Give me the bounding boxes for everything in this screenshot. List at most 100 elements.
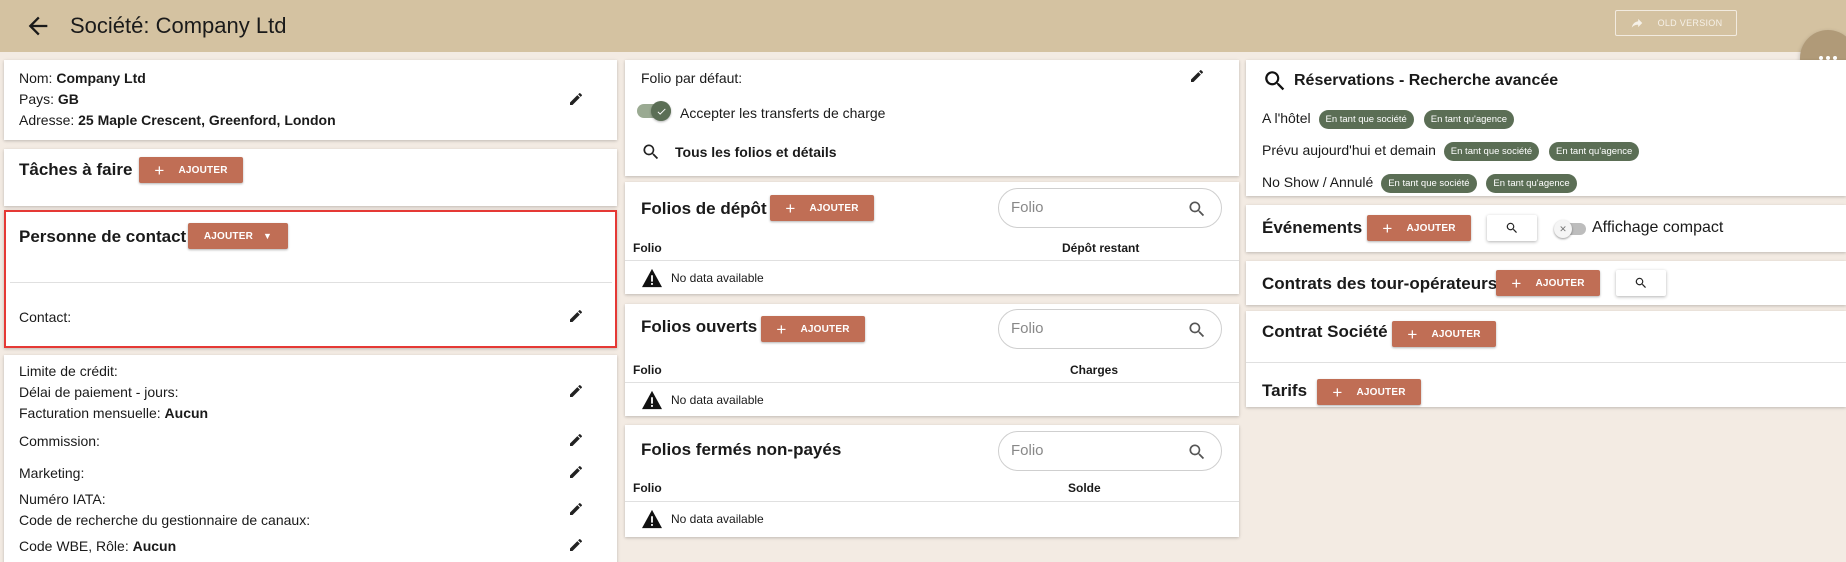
deposit-folios-title: Folios de dépôt: [641, 199, 767, 218]
deposit-folio-search-input[interactable]: [1011, 199, 1181, 216]
reservation-row-noshow: No Show / Annulé En tant que société En …: [1262, 173, 1577, 193]
as-company-chip[interactable]: En tant que société: [1443, 141, 1540, 161]
all-folios-link[interactable]: Tous les folios et détails: [641, 142, 837, 162]
closed-folios-empty: No data available: [641, 509, 764, 529]
closed-unpaid-folios-card: Folios fermés non-payés Folio Solde No d…: [625, 425, 1239, 537]
deposit-folios-empty: No data available: [641, 268, 764, 288]
reservations-card: Réservations - Recherche avancée A l'hôt…: [1246, 60, 1846, 196]
reservations-header: Réservations - Recherche avancée: [1262, 68, 1558, 94]
warning-icon: [642, 268, 662, 288]
edit-default-folio-icon[interactable]: [1189, 68, 1205, 84]
events-card: Événements + AJOUTER ✕ Affichage compact: [1246, 205, 1846, 252]
edit-billing-icon[interactable]: [568, 383, 584, 399]
old-version-button[interactable]: OLD VERSION: [1615, 10, 1737, 36]
plus-icon: +: [1382, 218, 1393, 238]
open-folios-empty: No data available: [641, 390, 764, 410]
events-title: Événements: [1262, 218, 1363, 237]
search-icon[interactable]: [1187, 442, 1207, 462]
toggle-knob: [651, 101, 671, 121]
compact-view-toggle[interactable]: ✕: [1554, 220, 1586, 238]
company-info-card: Nom: Company Ltd Pays: GB Adresse: 25 Ma…: [4, 60, 617, 140]
open-folios-title: Folios ouverts: [641, 317, 758, 336]
add-open-folio-button[interactable]: + AJOUTER: [761, 316, 865, 342]
column-header-folio[interactable]: Folio: [633, 363, 662, 377]
open-folio-search-input[interactable]: [1011, 320, 1181, 337]
contact-title: Personne de contact: [19, 227, 187, 246]
commission-label: Commission:: [19, 433, 100, 449]
as-company-chip[interactable]: En tant que société: [1318, 109, 1414, 129]
edit-company-icon[interactable]: [568, 91, 584, 107]
closed-folio-search[interactable]: [998, 431, 1222, 471]
column-header-folio[interactable]: Folio: [633, 481, 662, 495]
edit-marketing-icon[interactable]: [568, 464, 584, 480]
table-divider: [625, 260, 1239, 261]
plus-icon: +: [1332, 382, 1343, 402]
search-icon: [643, 144, 659, 160]
page-title: Société: Company Ltd: [70, 13, 287, 38]
contact-divider: [10, 282, 612, 283]
add-task-button[interactable]: + AJOUTER: [139, 157, 243, 183]
as-agency-chip[interactable]: En tant qu'agence: [1486, 173, 1577, 193]
back-arrow-icon[interactable]: [24, 12, 52, 40]
as-agency-chip[interactable]: En tant qu'agence: [1423, 109, 1515, 129]
column-header-charges[interactable]: Charges: [1070, 363, 1118, 377]
plus-icon: +: [1511, 273, 1522, 293]
reservation-row-expected: Prévu aujourd'hui et demain En tant que …: [1262, 141, 1640, 161]
search-icon[interactable]: [1187, 320, 1207, 340]
add-event-button[interactable]: + AJOUTER: [1367, 215, 1471, 241]
search-icon: [1506, 222, 1517, 233]
company-contract-title: Contrat Société: [1262, 322, 1388, 341]
company-contract-card: Contrat Société + AJOUTER Tarifs + AJOUTER: [1246, 311, 1846, 407]
share-arrow-icon: [1631, 18, 1642, 28]
column-header-deposit-remaining[interactable]: Dépôt restant: [1062, 241, 1139, 255]
old-version-label: OLD VERSION: [1657, 18, 1723, 28]
wbe-row: Code WBE, Rôle: Aucun: [19, 538, 177, 554]
wbe-value: Aucun: [132, 538, 177, 554]
column-header-folio[interactable]: Folio: [633, 241, 662, 255]
channel-code-label: Code de recherche du gestionnaire de can…: [19, 512, 311, 528]
payment-delay-label: Délai de paiement - jours:: [19, 384, 179, 400]
plus-icon: +: [154, 160, 165, 180]
rates-title: Tarifs: [1262, 381, 1308, 400]
card-divider: [1246, 362, 1846, 363]
tour-contracts-search-button[interactable]: [1616, 270, 1666, 296]
monthly-billing-row: Facturation mensuelle: Aucun: [19, 405, 209, 421]
accept-transfers-label: Accepter les transferts de charge: [680, 105, 886, 121]
edit-wbe-icon[interactable]: [568, 537, 584, 553]
open-folio-search[interactable]: [998, 309, 1222, 349]
closed-folio-search-input[interactable]: [1011, 442, 1181, 459]
accept-transfers-toggle[interactable]: [637, 101, 671, 121]
edit-contact-icon[interactable]: [568, 308, 584, 324]
events-search-button[interactable]: [1487, 215, 1537, 241]
edit-iata-icon[interactable]: [568, 501, 584, 517]
monthly-billing-value: Aucun: [164, 405, 209, 421]
add-company-contract-button[interactable]: + AJOUTER: [1392, 321, 1496, 347]
reservation-row-hotel: A l'hôtel En tant que société En tant qu…: [1262, 109, 1515, 129]
table-divider: [625, 382, 1239, 383]
plus-icon: +: [1407, 324, 1418, 344]
add-rate-button[interactable]: + AJOUTER: [1317, 379, 1421, 405]
search-icon[interactable]: [1187, 199, 1207, 219]
contact-card: Personne de contact AJOUTER ▼ Contact:: [4, 210, 617, 348]
edit-commission-icon[interactable]: [568, 432, 584, 448]
closed-unpaid-folios-title: Folios fermés non-payés: [641, 440, 842, 459]
folio-defaults-card: Folio par défaut: Accepter les transfert…: [625, 60, 1239, 176]
as-agency-chip[interactable]: En tant qu'agence: [1549, 141, 1640, 161]
billing-card: Limite de crédit: Délai de paiement - jo…: [4, 355, 617, 562]
add-contact-dropdown[interactable]: AJOUTER ▼: [188, 223, 288, 249]
column-header-balance[interactable]: Solde: [1068, 481, 1101, 495]
company-country: GB: [57, 91, 79, 107]
company-address-row: Adresse: 25 Maple Crescent, Greenford, L…: [19, 112, 336, 128]
reservations-title: Réservations - Recherche avancée: [1294, 72, 1559, 89]
add-tour-contract-button[interactable]: + AJOUTER: [1496, 270, 1600, 296]
add-deposit-folio-button[interactable]: + AJOUTER: [770, 195, 874, 221]
tasks-title: Tâches à faire: [19, 160, 133, 179]
company-address: 25 Maple Crescent, Greenford, London: [78, 112, 336, 128]
deposit-folio-search[interactable]: [998, 188, 1222, 228]
company-name: Company Ltd: [56, 70, 146, 86]
caret-down-icon: ▼: [263, 231, 273, 241]
plus-icon: +: [776, 319, 787, 339]
as-company-chip[interactable]: En tant que société: [1381, 173, 1477, 193]
deposit-folios-card: Folios de dépôt +AJOUTER Folio Dépôt res…: [625, 182, 1239, 294]
tour-contracts-card: Contrats des tour-opérateurs + AJOUTER: [1246, 261, 1846, 305]
